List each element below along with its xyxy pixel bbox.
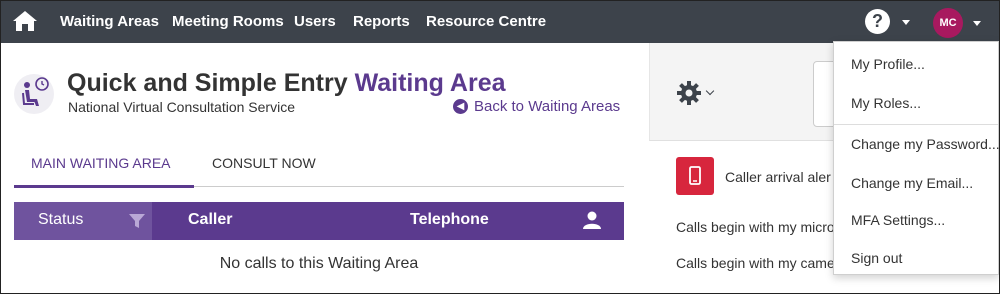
gear-icon	[677, 81, 701, 105]
empty-table-message: No calls to this Waiting Area	[219, 255, 419, 272]
help-icon: ?	[865, 9, 890, 34]
top-nav: Waiting Areas Meeting Rooms Users Report…	[1, 1, 999, 43]
page-title-main: Quick and Simple Entry	[67, 69, 355, 97]
chevron-down-icon	[973, 21, 981, 26]
user-menu-button[interactable]: MC	[933, 7, 989, 38]
menu-divider	[834, 124, 998, 125]
person-icon[interactable]	[582, 210, 602, 230]
tab-main-waiting-area[interactable]: MAIN WAITING AREA	[31, 155, 171, 171]
table-header: Status Caller Telephone	[14, 202, 624, 240]
nav-resource-centre[interactable]: Resource Centre	[426, 13, 546, 30]
waiting-area-main: Quick and Simple Entry Waiting Area Nati…	[1, 43, 649, 293]
home-icon[interactable]	[11, 9, 39, 33]
page-title-accent: Waiting Area	[354, 69, 506, 97]
caller-alert-badge	[676, 157, 714, 195]
page-title: Quick and Simple Entry Waiting Area	[67, 69, 506, 98]
telephone-header-label[interactable]: Telephone	[410, 211, 489, 229]
camera-setting-text: Calls begin with my came	[676, 255, 835, 271]
back-arrow-icon: ◀	[453, 99, 468, 114]
waiting-area-icon	[14, 74, 54, 114]
back-to-waiting-areas-link[interactable]: ◀ Back to Waiting Areas	[453, 98, 620, 115]
menu-item-sign-out[interactable]: Sign out	[851, 250, 902, 266]
menu-item-change-email[interactable]: Change my Email...	[851, 175, 973, 191]
nav-users[interactable]: Users	[294, 13, 336, 30]
avatar: MC	[933, 8, 963, 38]
active-tab-indicator	[14, 185, 194, 188]
caller-alert-text: Caller arrival aler	[725, 169, 831, 185]
nav-meeting-rooms[interactable]: Meeting Rooms	[172, 13, 284, 30]
mic-setting-text: Calls begin with my micro	[676, 219, 835, 235]
tab-bar: MAIN WAITING AREA CONSULT NOW	[14, 145, 624, 188]
nav-reports[interactable]: Reports	[353, 13, 410, 30]
menu-item-my-profile[interactable]: My Profile...	[851, 56, 925, 72]
filter-icon[interactable]	[128, 213, 146, 229]
menu-item-change-password[interactable]: Change my Password...	[851, 136, 999, 152]
nav-waiting-areas[interactable]: Waiting Areas	[60, 13, 159, 30]
settings-menu-button[interactable]	[676, 80, 720, 105]
app-frame: Waiting Areas Meeting Rooms Users Report…	[0, 0, 1000, 294]
menu-item-mfa-settings[interactable]: MFA Settings...	[851, 212, 945, 228]
mobile-phone-icon	[689, 166, 701, 185]
tab-consult-now[interactable]: CONSULT NOW	[212, 155, 316, 171]
back-link-label: Back to Waiting Areas	[474, 98, 621, 115]
chevron-down-icon	[902, 20, 910, 25]
page-subtitle: National Virtual Consultation Service	[68, 99, 295, 115]
help-menu-button[interactable]: ?	[865, 9, 915, 35]
chevron-down-icon	[705, 86, 715, 96]
status-column-header[interactable]: Status	[14, 202, 152, 240]
user-dropdown-menu: My Profile... My Roles... Change my Pass…	[833, 41, 999, 275]
status-header-label: Status	[38, 211, 84, 228]
menu-item-my-roles[interactable]: My Roles...	[851, 95, 921, 111]
caller-header-label[interactable]: Caller	[188, 211, 232, 229]
